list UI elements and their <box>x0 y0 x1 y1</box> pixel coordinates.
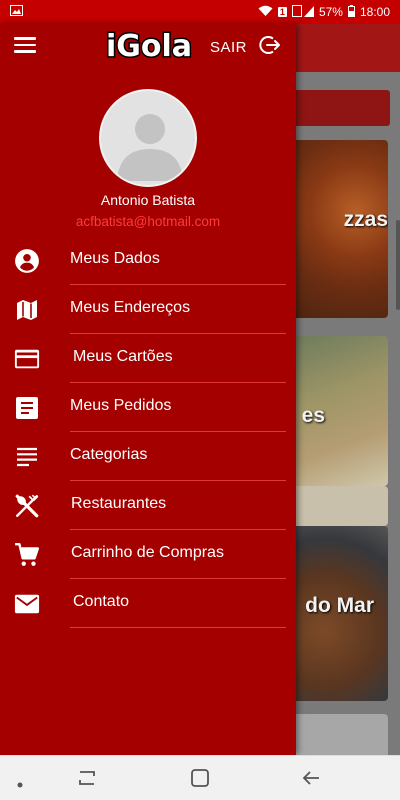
nav-dot-icon <box>17 775 23 793</box>
status-bar: 1 57% 18:00 <box>0 0 400 24</box>
menu-item-meus-cartoes[interactable]: Meus Cartões <box>0 334 296 383</box>
shopping-cart-icon <box>14 542 40 568</box>
system-navigation-bar <box>0 755 400 800</box>
category-card-grelhados[interactable]: es <box>282 336 388 486</box>
receipt-icon <box>14 395 40 421</box>
scrollbar[interactable] <box>396 220 400 310</box>
category-card-label: es <box>301 404 325 427</box>
category-card-pizzas[interactable]: zzas <box>282 140 388 318</box>
divider <box>70 627 286 628</box>
category-card-grelhados-bottom <box>282 486 388 526</box>
menu-item-meus-enderecos[interactable]: Meus Endereços <box>0 285 296 334</box>
restaurant-icon <box>14 493 40 519</box>
category-card-frutos-do-mar[interactable]: do Mar <box>282 526 388 701</box>
battery-percent: 57% <box>318 5 343 19</box>
user-name: Antonio Batista <box>100 192 196 208</box>
menu-item-label: Meus Pedidos <box>70 397 172 414</box>
home-icon[interactable] <box>190 768 210 793</box>
logout-button[interactable]: SAIR <box>210 34 281 61</box>
menu-item-carrinho-de-compras[interactable]: Carrinho de Compras <box>0 530 296 579</box>
menu-item-label: Meus Cartões <box>73 348 173 365</box>
credit-card-icon <box>14 346 40 372</box>
menu-item-label: Contato <box>73 593 130 610</box>
back-icon[interactable] <box>301 768 321 793</box>
menu-item-meus-pedidos[interactable]: Meus Pedidos <box>0 383 296 432</box>
menu-item-contato[interactable]: Contato <box>0 579 296 628</box>
signal-icon <box>291 4 314 20</box>
wifi-icon <box>258 5 273 20</box>
logout-icon <box>259 34 281 61</box>
category-card-label: zzas <box>343 208 388 231</box>
category-card-label: do Mar <box>305 594 374 617</box>
person-icon <box>117 114 183 181</box>
avatar[interactable] <box>99 89 197 187</box>
category-card-next[interactable] <box>282 714 388 755</box>
map-icon <box>14 297 40 323</box>
menu-item-label: Restaurantes <box>71 495 167 512</box>
clock: 18:00 <box>359 5 390 19</box>
menu-item-label: Carrinho de Compras <box>71 544 224 561</box>
drawer-menu: Meus Dados Meus Endereços Meus Cartões M… <box>0 236 296 628</box>
menu-item-meus-dados[interactable]: Meus Dados <box>0 236 296 285</box>
email-icon <box>14 591 40 617</box>
app-logo-text: iGola <box>106 29 192 64</box>
gallery-notification-icon <box>10 5 23 19</box>
account-circle-icon <box>14 248 40 274</box>
list-icon <box>14 444 40 470</box>
recent-apps-icon[interactable] <box>77 768 97 793</box>
hamburger-menu-icon[interactable] <box>14 37 36 53</box>
user-email: acfbatista@hotmail.com <box>75 214 221 229</box>
menu-item-label: Meus Endereços <box>70 299 191 316</box>
menu-item-categorias[interactable]: Categorias <box>0 432 296 481</box>
app-logo: iGola <box>100 28 198 66</box>
logout-label: SAIR <box>210 39 248 56</box>
background-search-bar <box>280 90 390 126</box>
menu-item-restaurantes[interactable]: Restaurantes <box>0 481 296 530</box>
battery-icon <box>347 4 355 20</box>
menu-item-label: Meus Dados <box>70 250 160 267</box>
menu-item-label: Categorias <box>70 446 148 463</box>
drawer-header: iGola SAIR <box>0 24 296 68</box>
navigation-drawer: iGola SAIR Antonio Batista acfbatista@ho… <box>0 24 296 755</box>
sim-badge: 1 <box>277 7 287 17</box>
